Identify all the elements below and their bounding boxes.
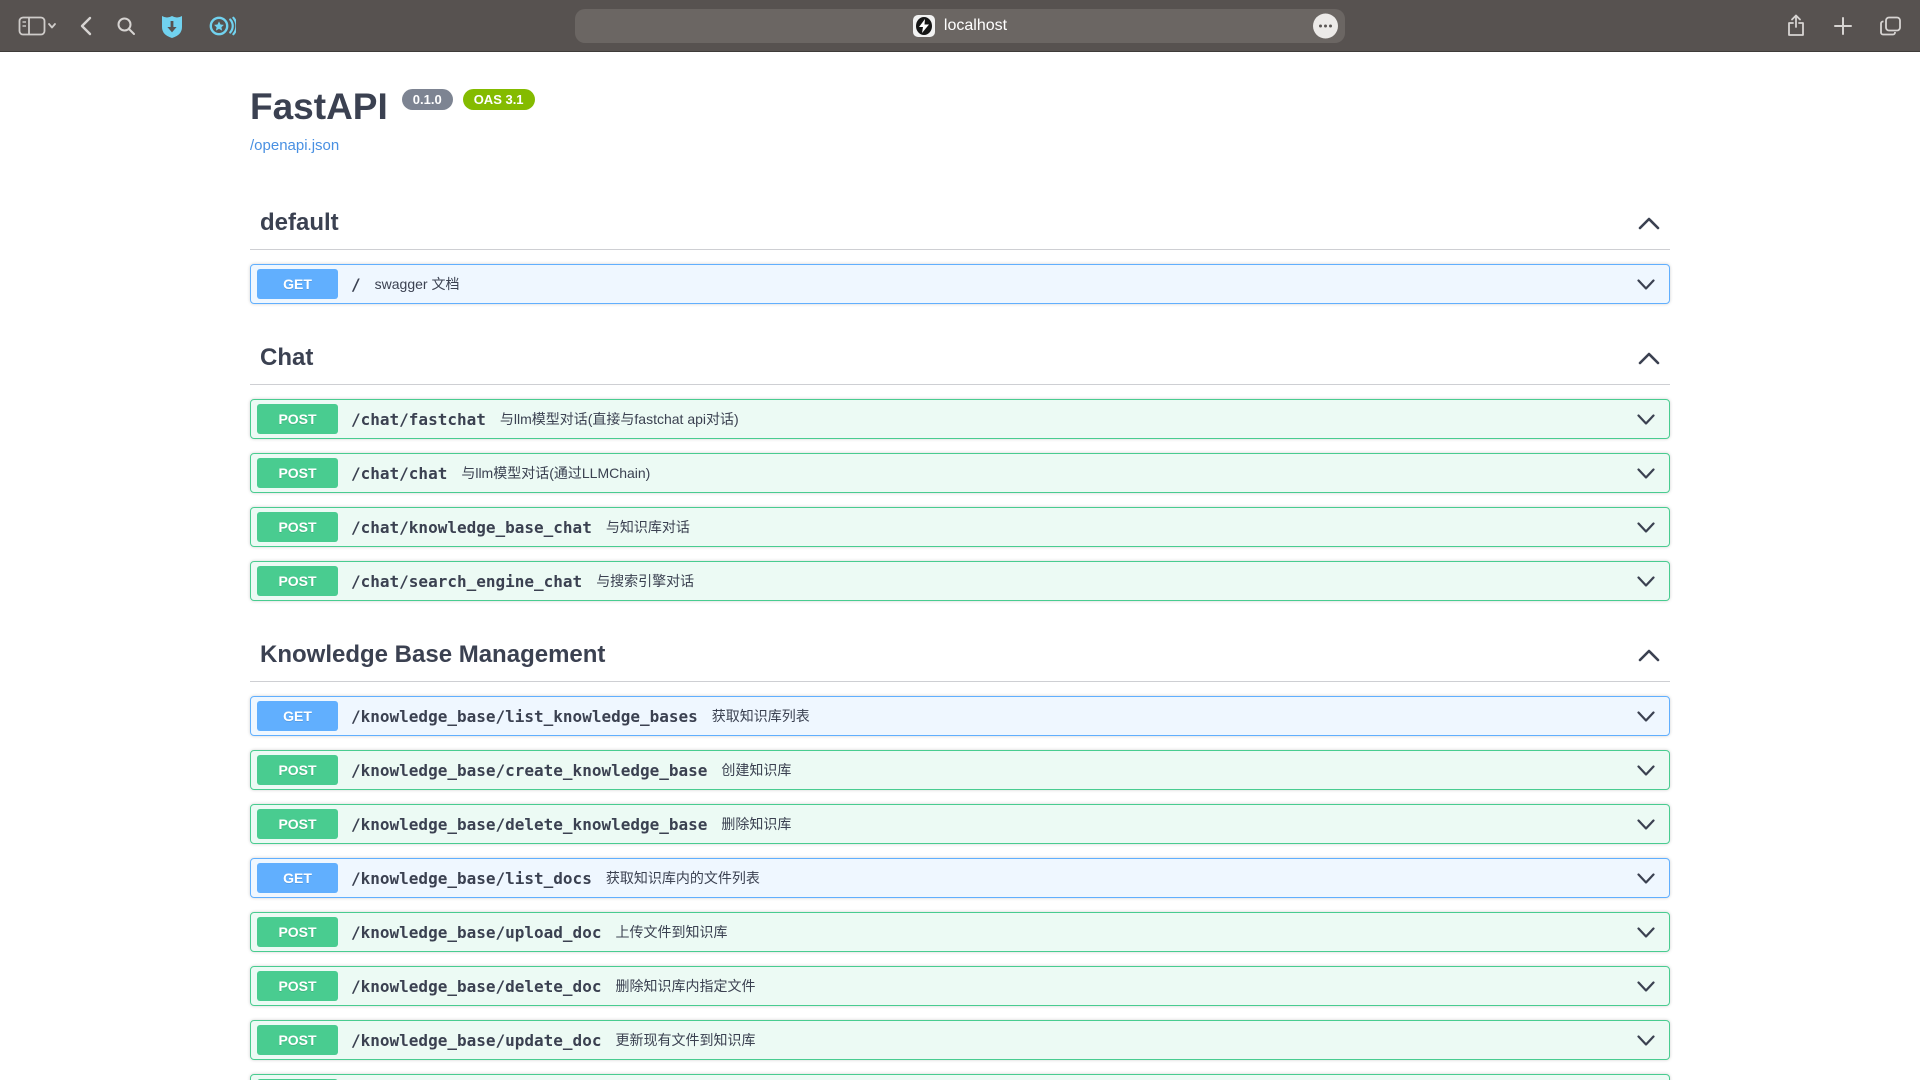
lightning-bolt-icon bbox=[919, 19, 929, 33]
expand-chevron-icon[interactable] bbox=[1637, 576, 1655, 587]
sidebar-toggle-button[interactable] bbox=[18, 16, 56, 36]
method-badge: GET bbox=[257, 269, 338, 299]
api-sections: default GET / swagger 文档 Chat POST/chat/fastc… bbox=[250, 195, 1670, 1080]
shield-extension-button[interactable] bbox=[160, 13, 184, 39]
method-badge: POST bbox=[257, 512, 338, 542]
endpoint-row[interactable]: POST/knowledge_base/create_knowledge_bas… bbox=[250, 750, 1670, 790]
method-badge: POST bbox=[257, 566, 338, 596]
collapse-chevron-icon[interactable] bbox=[1638, 649, 1660, 662]
endpoint-row[interactable]: POST/chat/search_engine_chat 与搜索引擎对话 bbox=[250, 561, 1670, 601]
method-badge: POST bbox=[257, 1025, 338, 1055]
endpoint-description: 获取知识库内的文件列表 bbox=[606, 868, 1637, 888]
expand-chevron-icon[interactable] bbox=[1637, 1035, 1655, 1046]
method-badge: POST bbox=[257, 755, 338, 785]
expand-chevron-icon[interactable] bbox=[1637, 765, 1655, 776]
url-host: localhost bbox=[944, 17, 1007, 35]
endpoint-row[interactable]: GET/knowledge_base/list_docs 获取知识库内的文件列表 bbox=[250, 858, 1670, 898]
endpoint-description: 上传文件到知识库 bbox=[615, 922, 1637, 942]
expand-chevron-icon[interactable] bbox=[1637, 873, 1655, 884]
tag-section: Chat POST/chat/fastchat 与llm模型对话(直接与fastch… bbox=[250, 330, 1670, 601]
endpoint-description: 删除知识库 bbox=[721, 814, 1637, 834]
endpoint-path: /knowledge_base/delete_doc bbox=[351, 977, 601, 996]
method-badge: GET bbox=[257, 701, 338, 731]
search-button[interactable] bbox=[116, 16, 136, 36]
expand-chevron-icon[interactable] bbox=[1637, 711, 1655, 722]
endpoint-description: 与llm模型对话(通过LLMChain) bbox=[461, 463, 1637, 483]
method-badge: POST bbox=[257, 809, 338, 839]
collapse-chevron-icon[interactable] bbox=[1638, 352, 1660, 365]
endpoint-description: 获取知识库列表 bbox=[712, 706, 1637, 726]
sidebar-caret-icon bbox=[49, 24, 55, 28]
endpoint-path: /knowledge_base/upload_doc bbox=[351, 923, 601, 942]
share-button[interactable] bbox=[1786, 14, 1806, 38]
star-icon bbox=[214, 21, 224, 30]
section-header[interactable]: Chat bbox=[250, 330, 1670, 385]
expand-chevron-icon[interactable] bbox=[1637, 414, 1655, 425]
endpoint-path: / bbox=[351, 275, 361, 294]
browser-toolbar: localhost bbox=[0, 0, 1920, 52]
method-badge: POST bbox=[257, 458, 338, 488]
expand-chevron-icon[interactable] bbox=[1637, 522, 1655, 533]
new-tab-button[interactable] bbox=[1834, 17, 1852, 35]
page-menu-button[interactable] bbox=[1313, 14, 1338, 39]
endpoint-description: 与搜索引擎对话 bbox=[596, 571, 1637, 591]
endpoint-description: swagger 文档 bbox=[375, 274, 1637, 294]
back-button[interactable] bbox=[80, 16, 92, 36]
endpoint-row[interactable]: POST/knowledge_base/update_doc 更新现有文件到知识库 bbox=[250, 1020, 1670, 1060]
endpoint-row[interactable]: POST/knowledge_base/delete_doc 删除知识库内指定文件 bbox=[250, 966, 1670, 1006]
openapi-spec-link[interactable]: /openapi.json bbox=[250, 137, 339, 154]
endpoint-path: /knowledge_base/create_knowledge_base bbox=[351, 761, 707, 780]
endpoint-path: /knowledge_base/delete_knowledge_base bbox=[351, 815, 707, 834]
broadcast-extension-button[interactable] bbox=[208, 14, 236, 38]
tag-section: default GET / swagger 文档 bbox=[250, 195, 1670, 304]
section-title: Chat bbox=[260, 344, 313, 372]
expand-chevron-icon[interactable] bbox=[1637, 468, 1655, 479]
site-favicon bbox=[913, 15, 935, 37]
tab-overview-button[interactable] bbox=[1880, 16, 1902, 36]
endpoint-path: /knowledge_base/update_doc bbox=[351, 1031, 601, 1050]
method-badge: POST bbox=[257, 971, 338, 1001]
oas-badge: OAS 3.1 bbox=[463, 89, 535, 110]
method-badge: POST bbox=[257, 404, 338, 434]
endpoint-path: /chat/chat bbox=[351, 464, 447, 483]
expand-chevron-icon[interactable] bbox=[1637, 819, 1655, 830]
expand-chevron-icon[interactable] bbox=[1637, 279, 1655, 290]
section-title: Knowledge Base Management bbox=[260, 641, 605, 669]
endpoint-row[interactable]: POST/knowledge_base/recreate_vector_stor… bbox=[250, 1074, 1670, 1080]
section-title: default bbox=[260, 209, 339, 237]
tag-section: Knowledge Base Management GET/knowledge_b… bbox=[250, 627, 1670, 1080]
endpoint-row[interactable]: POST/chat/chat 与llm模型对话(通过LLMChain) bbox=[250, 453, 1670, 493]
version-badge: 0.1.0 bbox=[402, 89, 453, 110]
endpoint-row[interactable]: POST/chat/fastchat 与llm模型对话(直接与fastchat a… bbox=[250, 399, 1670, 439]
endpoint-path: /chat/fastchat bbox=[351, 410, 486, 429]
endpoint-row[interactable]: POST/knowledge_base/upload_doc 上传文件到知识库 bbox=[250, 912, 1670, 952]
endpoint-description: 删除知识库内指定文件 bbox=[615, 976, 1637, 996]
swagger-page: FastAPI 0.1.0 OAS 3.1 /openapi.json defa… bbox=[0, 52, 1920, 1080]
endpoint-row[interactable]: GET / swagger 文档 bbox=[250, 264, 1670, 304]
section-header[interactable]: default bbox=[250, 195, 1670, 250]
method-badge: GET bbox=[257, 863, 338, 893]
endpoint-path: /knowledge_base/list_docs bbox=[351, 869, 592, 888]
endpoint-path: /chat/search_engine_chat bbox=[351, 572, 582, 591]
endpoint-path: /knowledge_base/list_knowledge_bases bbox=[351, 707, 698, 726]
address-bar[interactable]: localhost bbox=[575, 9, 1345, 43]
endpoint-row[interactable]: POST/chat/knowledge_base_chat 与知识库对话 bbox=[250, 507, 1670, 547]
endpoint-path: /chat/knowledge_base_chat bbox=[351, 518, 592, 537]
method-badge: POST bbox=[257, 917, 338, 947]
expand-chevron-icon[interactable] bbox=[1637, 981, 1655, 992]
endpoint-description: 与llm模型对话(直接与fastchat api对话) bbox=[500, 409, 1637, 429]
page-title: FastAPI bbox=[250, 86, 388, 128]
endpoint-description: 与知识库对话 bbox=[606, 517, 1637, 537]
endpoint-row[interactable]: POST/knowledge_base/delete_knowledge_bas… bbox=[250, 804, 1670, 844]
section-header[interactable]: Knowledge Base Management bbox=[250, 627, 1670, 682]
endpoint-description: 更新现有文件到知识库 bbox=[615, 1030, 1637, 1050]
endpoint-description: 创建知识库 bbox=[721, 760, 1637, 780]
collapse-chevron-icon[interactable] bbox=[1638, 217, 1660, 230]
endpoint-row[interactable]: GET/knowledge_base/list_knowledge_bases 获… bbox=[250, 696, 1670, 736]
expand-chevron-icon[interactable] bbox=[1637, 927, 1655, 938]
